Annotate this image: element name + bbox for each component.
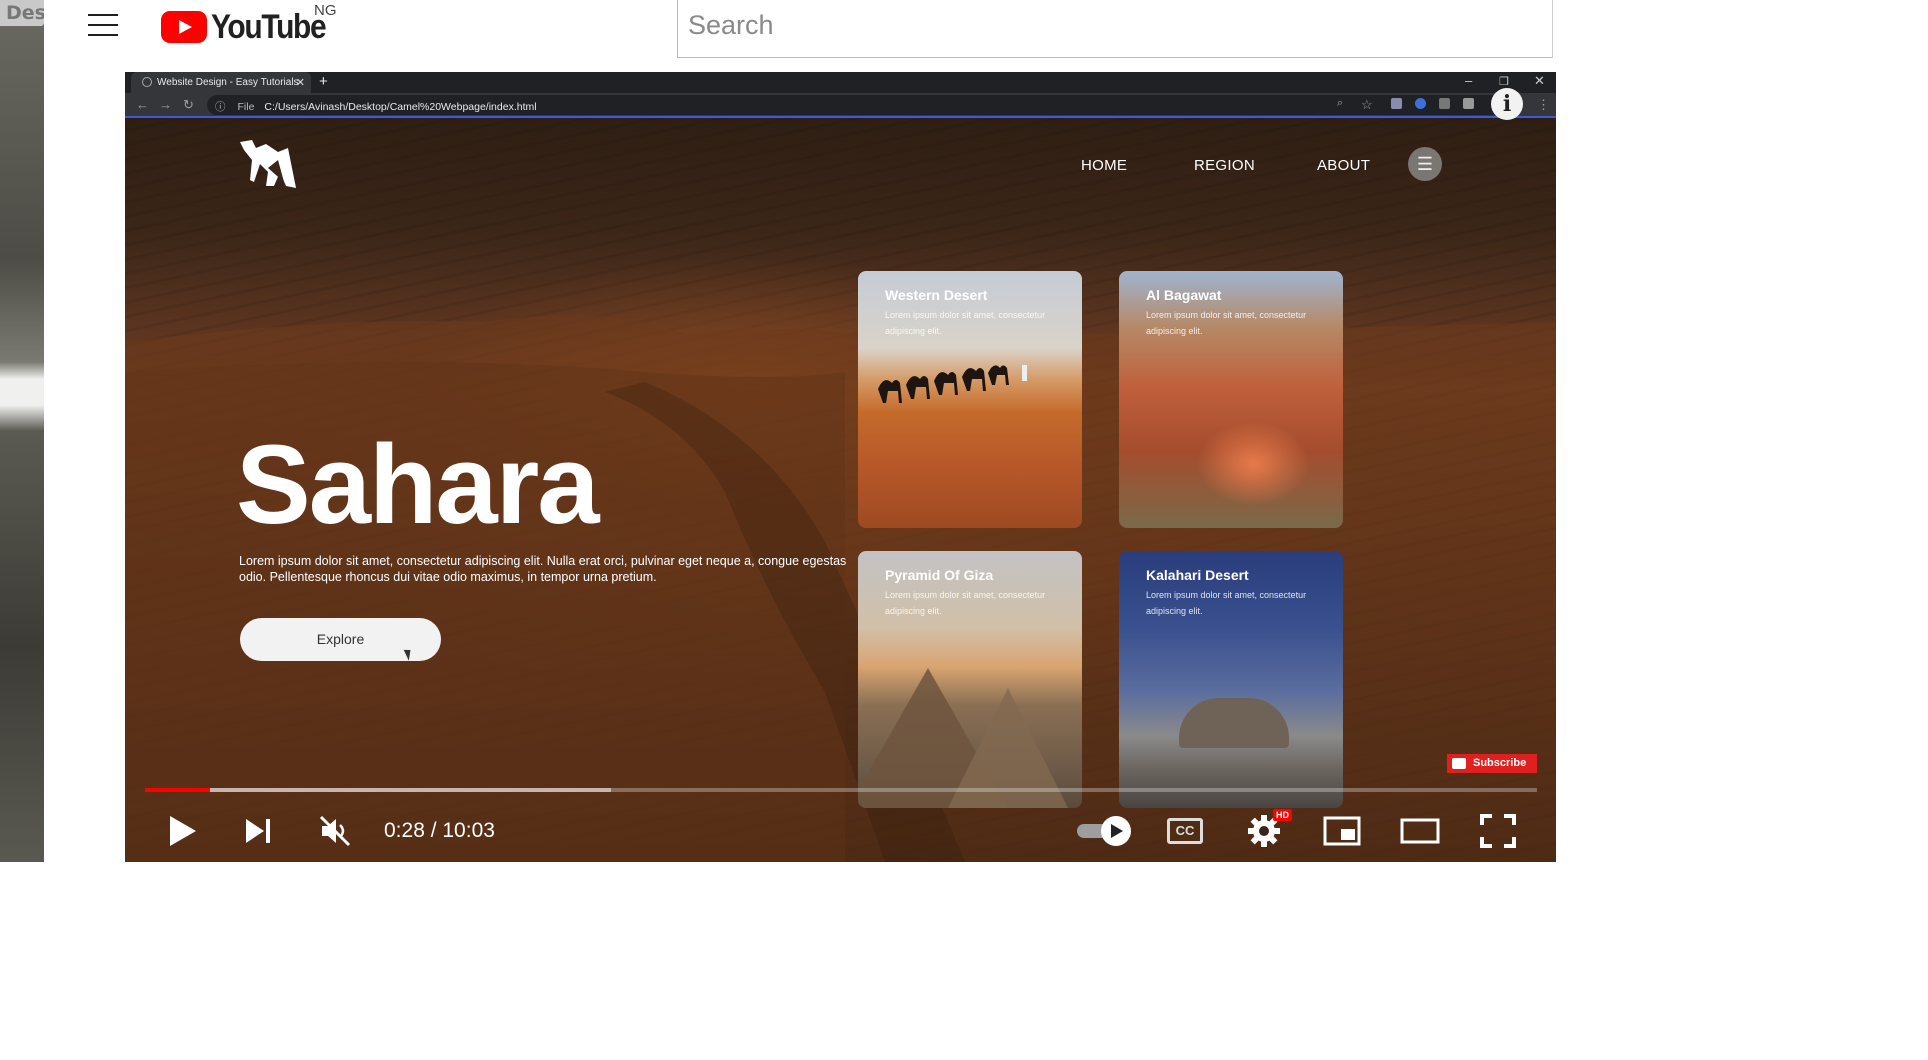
browser-address-bar: ← → ↻ ⓘ File C:/Users/Avinash/Desktop/Came…	[125, 93, 1556, 118]
card-pyramid-of-giza[interactable]: Pyramid Of Giza Lorem ipsum dolor sit am…	[858, 551, 1082, 808]
forward-icon[interactable]: →	[159, 97, 172, 112]
extension-icon-2[interactable]	[1415, 98, 1426, 109]
card-text: Lorem ipsum dolor sit amet, consectetur …	[1146, 590, 1307, 616]
card-western-desert[interactable]: Western Desert Lorem ipsum dolor sit ame…	[858, 271, 1082, 528]
miniplayer-icon[interactable]	[1323, 814, 1361, 848]
background-window-label: Des	[0, 0, 44, 26]
hero-description: Lorem ipsum dolor sit amet, consectetur …	[239, 554, 847, 584]
youtube-logo-text: YouTube	[211, 7, 327, 46]
captions-button[interactable]: CC	[1167, 818, 1203, 844]
card-text: Lorem ipsum dolor sit amet, consectetur …	[1146, 310, 1307, 336]
card-al-bagawat[interactable]: Al Bagawat Lorem ipsum dolor sit amet, c…	[1119, 271, 1343, 528]
card-kalahari-desert[interactable]: Kalahari Desert Lorem ipsum dolor sit am…	[1119, 551, 1343, 808]
card-title: Al Bagawat	[1146, 287, 1222, 303]
url-scheme-label: File	[237, 101, 255, 113]
info-icon: ⓘ	[215, 101, 226, 113]
extension-icon-3[interactable]	[1439, 98, 1450, 109]
search-input[interactable]: Search	[677, 0, 1553, 58]
globe-icon	[142, 77, 152, 87]
nav-about[interactable]: ABOUT	[1317, 157, 1370, 174]
youtube-play-icon	[161, 11, 207, 43]
youtube-header: YouTube NG Search	[44, 0, 1568, 72]
zoom-icon[interactable]: ⌕	[1337, 97, 1343, 110]
played-bar	[145, 788, 211, 792]
buffered-bar	[145, 788, 612, 792]
hero-title: Sahara	[236, 422, 600, 547]
card-text: Lorem ipsum dolor sit amet, consectetur …	[885, 310, 1046, 336]
card-title: Western Desert	[885, 287, 988, 303]
new-tab-icon[interactable]: +	[319, 73, 328, 90]
url-text: C:/Users/Avinash/Desktop/Camel%20Webpage…	[264, 101, 537, 113]
ruins-image	[1179, 698, 1289, 748]
browser-tab[interactable]: Website Design - Easy Tutorials ✕	[131, 72, 311, 93]
camel-caravan-image	[878, 365, 1027, 403]
fullscreen-icon[interactable]	[1480, 814, 1516, 848]
video-player[interactable]: Website Design - Easy Tutorials ✕ + – ❐ …	[125, 72, 1556, 862]
extension-icon-4[interactable]	[1463, 98, 1474, 109]
hd-badge: HD	[1273, 809, 1292, 821]
browser-menu-icon[interactable]: ⋮	[1537, 97, 1550, 113]
video-info-icon[interactable]: i	[1491, 88, 1523, 120]
camel-logo-icon	[240, 140, 296, 188]
url-field[interactable]: ⓘ File C:/Users/Avinash/Desktop/Camel%20We…	[207, 95, 1507, 115]
card-text: Lorem ipsum dolor sit amet, consectetur …	[885, 590, 1046, 616]
progress-bar[interactable]	[145, 788, 1537, 792]
browser-tab-title: Website Design - Easy Tutorials	[157, 77, 299, 88]
close-tab-icon[interactable]: ✕	[296, 76, 305, 89]
theater-mode-icon[interactable]	[1400, 814, 1440, 848]
back-icon[interactable]: ←	[136, 97, 149, 112]
reload-icon[interactable]: ↻	[183, 97, 194, 113]
extension-icon-1[interactable]	[1391, 98, 1402, 109]
play-icon[interactable]	[168, 814, 198, 848]
background-window: Des	[0, 0, 44, 862]
mute-icon[interactable]	[318, 814, 352, 848]
menu-icon[interactable]	[88, 14, 118, 38]
nav-home[interactable]: HOME	[1081, 157, 1127, 174]
country-code: NG	[314, 2, 337, 19]
window-close-icon[interactable]: ✕	[1534, 73, 1545, 89]
bookmark-star-icon[interactable]: ☆	[1361, 97, 1373, 113]
minimize-icon[interactable]: –	[1465, 73, 1472, 88]
nav-region[interactable]: REGION	[1194, 157, 1255, 174]
card-title: Kalahari Desert	[1146, 567, 1249, 583]
time-display: 0:28 / 10:03	[384, 819, 495, 842]
restore-icon[interactable]: ❐	[1499, 75, 1509, 88]
browser-tab-bar: Website Design - Easy Tutorials ✕ + – ❐ …	[125, 72, 1556, 93]
next-icon[interactable]	[244, 814, 274, 848]
site-menu-icon[interactable]: ☰	[1408, 147, 1442, 181]
subscribe-button[interactable]: Subscribe	[1447, 754, 1537, 773]
autoplay-toggle[interactable]	[1075, 814, 1133, 848]
card-title: Pyramid Of Giza	[885, 567, 994, 583]
